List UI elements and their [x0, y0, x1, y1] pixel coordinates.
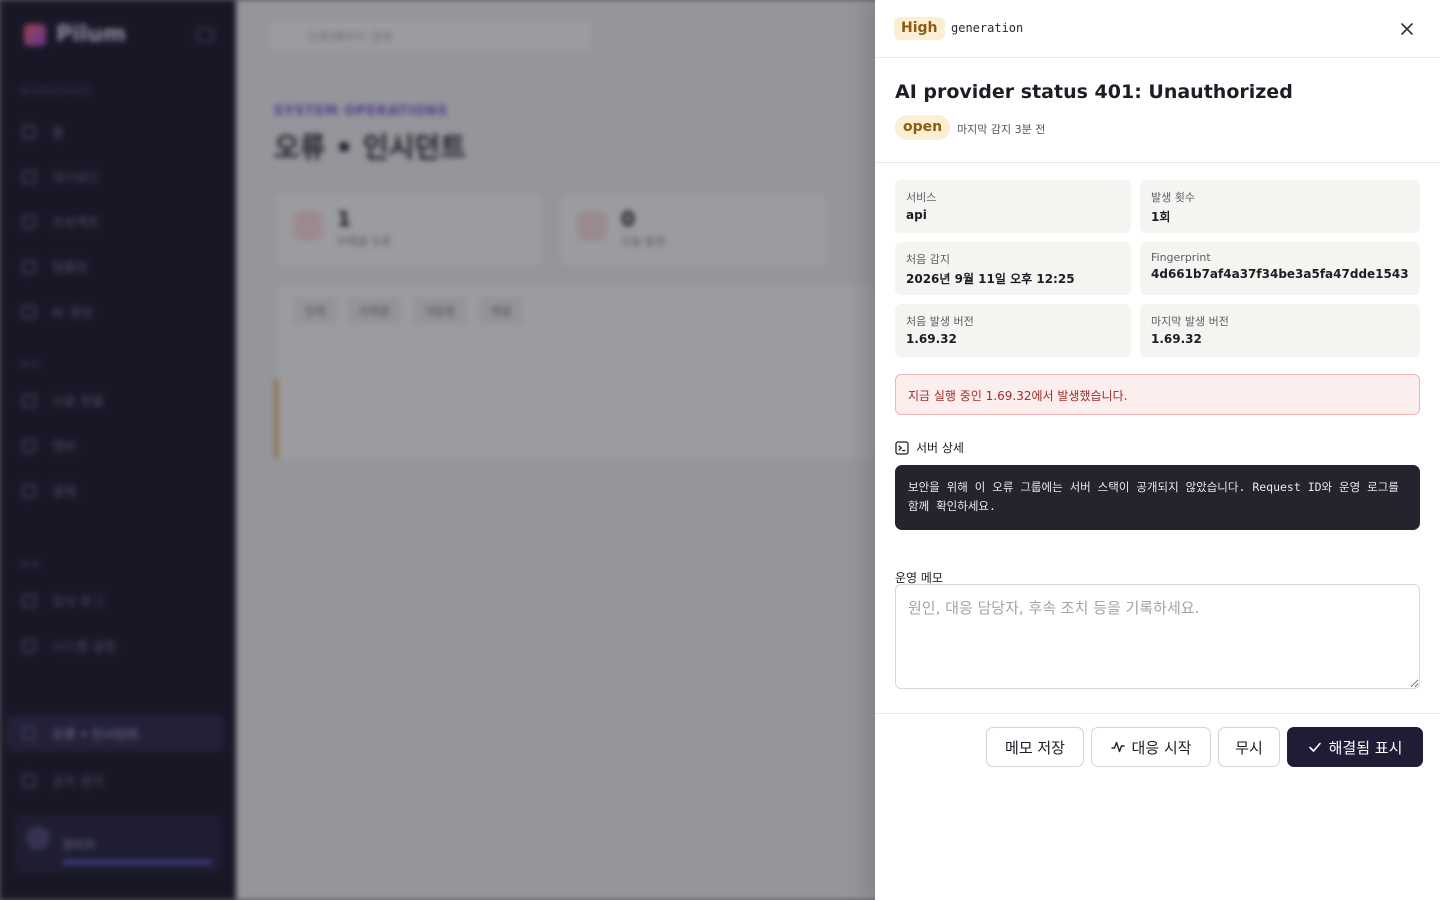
mark-resolved-button[interactable]: 해결됨 표시	[1287, 727, 1423, 767]
category-label: generation	[951, 21, 1024, 35]
ignore-button[interactable]: 무시	[1218, 727, 1280, 767]
close-icon	[1401, 23, 1413, 35]
incident-summary: AI provider status 401: Unauthorized ope…	[875, 58, 1440, 163]
severity-badge: High	[894, 17, 945, 40]
detail-first-seen: 처음 감지 2026년 9월 11일 오후 12:25	[895, 242, 1131, 295]
terminal-icon	[895, 440, 909, 455]
activity-icon	[1110, 741, 1125, 753]
last-seen-text: 마지막 감지 3분 전	[957, 123, 1046, 136]
memo-textarea[interactable]	[895, 584, 1420, 689]
detail-last-version: 마지막 발생 버전 1.69.32	[1140, 304, 1420, 357]
drawer-footer: 메모 저장 대응 시작 무시 해결됨 표시	[875, 713, 1440, 783]
version-alert: 지금 실행 중인 1.69.32에서 발생했습니다.	[895, 374, 1420, 415]
status-badge: open	[895, 115, 951, 140]
incident-detail-drawer: High generation AI provider status 401: …	[875, 0, 1440, 900]
detail-fingerprint: Fingerprint 4d661b7af4a37f34be3a5fa47dde…	[1140, 242, 1420, 295]
close-button[interactable]	[1396, 18, 1418, 40]
check-icon	[1308, 742, 1321, 752]
detail-first-version: 처음 발생 버전 1.69.32	[895, 304, 1131, 357]
drawer-header: High generation	[875, 0, 1440, 58]
start-response-button[interactable]: 대응 시작	[1091, 727, 1211, 767]
server-detail-heading: 서버 상세	[895, 439, 964, 456]
server-detail-text: 보안을 위해 이 오류 그룹에는 서버 스택이 공개되지 않았습니다. Requ…	[895, 465, 1420, 530]
incident-title: AI provider status 401: Unauthorized	[895, 81, 1293, 103]
detail-service: 서비스 api	[895, 180, 1131, 233]
detail-count: 발생 횟수 1회	[1140, 180, 1420, 233]
save-memo-button[interactable]: 메모 저장	[986, 727, 1084, 767]
